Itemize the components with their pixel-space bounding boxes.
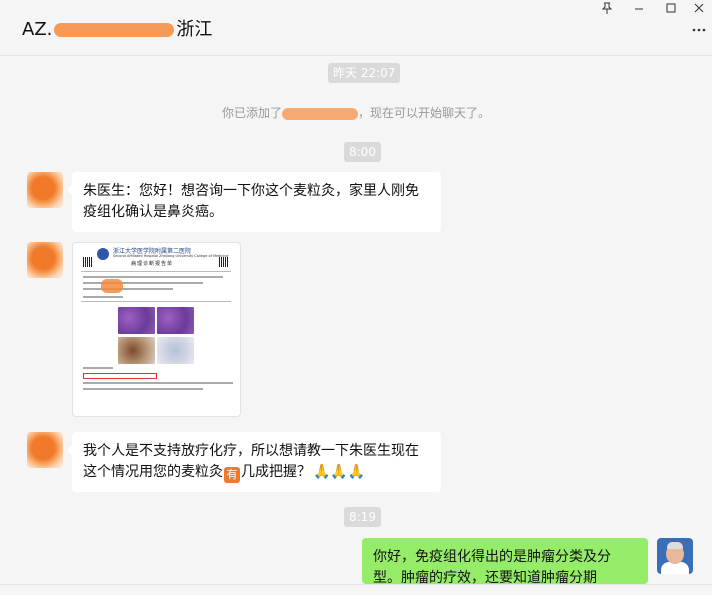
slide-image <box>118 337 155 364</box>
report-title: 病理诊断报告单 <box>131 261 174 267</box>
system-message-prefix: 你已添加了 <box>221 106 282 120</box>
slide-image <box>157 337 194 364</box>
incoming-message[interactable]: 朱医生：您好！想咨询一下你这个麦粒灸，家里人刚免疫组化确认是鼻炎癌。 <box>67 172 441 232</box>
close-icon[interactable] <box>688 2 710 16</box>
chat-title-suffix: 浙江 <box>176 19 213 40</box>
pin-icon[interactable] <box>596 2 618 16</box>
report-text-line <box>83 367 113 369</box>
more-icon[interactable] <box>692 26 706 33</box>
timestamp: 8:19 <box>344 507 381 527</box>
report-text-line <box>83 288 173 290</box>
slide-image <box>118 307 155 334</box>
divider <box>81 301 231 302</box>
system-message-suffix: ，现在可以开始聊天了。 <box>358 106 491 120</box>
pray-emoji-icon: 🙏🙏🙏 <box>313 464 366 480</box>
incoming-message[interactable]: 我个人是不支持放疗化疗，所以想请教一下朱医生现在这个情况用您的麦粒灸有几成把握？… <box>67 432 441 492</box>
contact-avatar[interactable] <box>27 242 63 278</box>
report-text-line <box>83 388 203 390</box>
timestamp: 8:00 <box>344 142 381 162</box>
pathology-report-image[interactable]: 浙江大学医学院附属第二医院 Second Affiliated Hospital… <box>72 242 241 417</box>
you-emoji-icon: 有 <box>224 467 240 483</box>
slide-image <box>157 307 194 334</box>
redaction-mask <box>282 107 358 120</box>
chat-title-prefix: AZ. <box>22 19 53 40</box>
report-text-line <box>83 296 123 298</box>
avatar-hair <box>667 542 683 549</box>
redaction-mask <box>101 279 123 293</box>
maximize-icon[interactable] <box>660 2 682 16</box>
contact-avatar[interactable] <box>27 432 63 468</box>
highlight-box <box>83 373 157 379</box>
divider <box>81 271 231 272</box>
outgoing-message[interactable]: 你好，免疫组化得出的是肿瘤分类及分型。肿瘤的疗效，还要知道肿瘤分期 <box>362 538 648 584</box>
hospital-logo-icon <box>97 248 109 260</box>
report-text-line <box>83 382 233 384</box>
input-area-edge <box>0 584 712 595</box>
qr-code-icon <box>219 257 229 267</box>
system-message: 你已添加了 ，现在可以开始聊天了。 <box>0 104 712 121</box>
self-avatar[interactable] <box>657 538 693 574</box>
contact-avatar[interactable] <box>27 172 63 208</box>
title-bar: AZ. 浙江 <box>0 0 712 56</box>
timestamp: 昨天 22:07 <box>328 63 401 83</box>
report-hospital-en: Second Affiliated Hospital Zhejiang Univ… <box>113 254 229 258</box>
minimize-icon[interactable] <box>628 2 650 16</box>
report-text-line <box>83 276 223 278</box>
message-text: 几成把握？ <box>241 464 311 480</box>
chat-title: AZ. 浙江 <box>22 15 212 41</box>
qr-code-icon <box>83 257 93 267</box>
redaction-mask <box>54 23 175 37</box>
